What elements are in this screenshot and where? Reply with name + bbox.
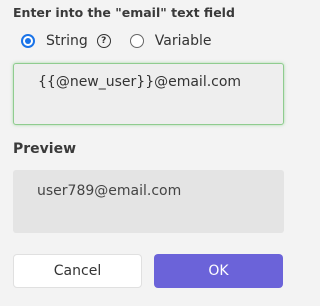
- email-value-text: {{@new_user}}@email.com: [38, 74, 242, 90]
- cancel-button-label: Cancel: [53, 263, 102, 279]
- help-icon[interactable]: ?: [96, 34, 111, 48]
- preview-box: user789@email.com: [13, 170, 284, 233]
- radio-string-label[interactable]: String: [46, 33, 88, 49]
- ok-button-label: OK: [208, 263, 229, 279]
- radio-string[interactable]: [21, 34, 35, 48]
- radio-variable-label[interactable]: Variable: [155, 33, 212, 49]
- ok-button[interactable]: OK: [154, 254, 283, 288]
- preview-title: Preview: [13, 141, 77, 157]
- preview-value: user789@email.com: [37, 183, 182, 199]
- radio-variable[interactable]: [129, 34, 144, 48]
- cancel-button[interactable]: Cancel: [13, 254, 142, 288]
- variable-option: Variable: [129, 33, 212, 49]
- email-value-input[interactable]: {{@new_user}}@email.com: [13, 63, 284, 125]
- value-type-options: String ? Variable: [21, 31, 211, 51]
- field-title: Enter into the "email" text field: [13, 5, 235, 20]
